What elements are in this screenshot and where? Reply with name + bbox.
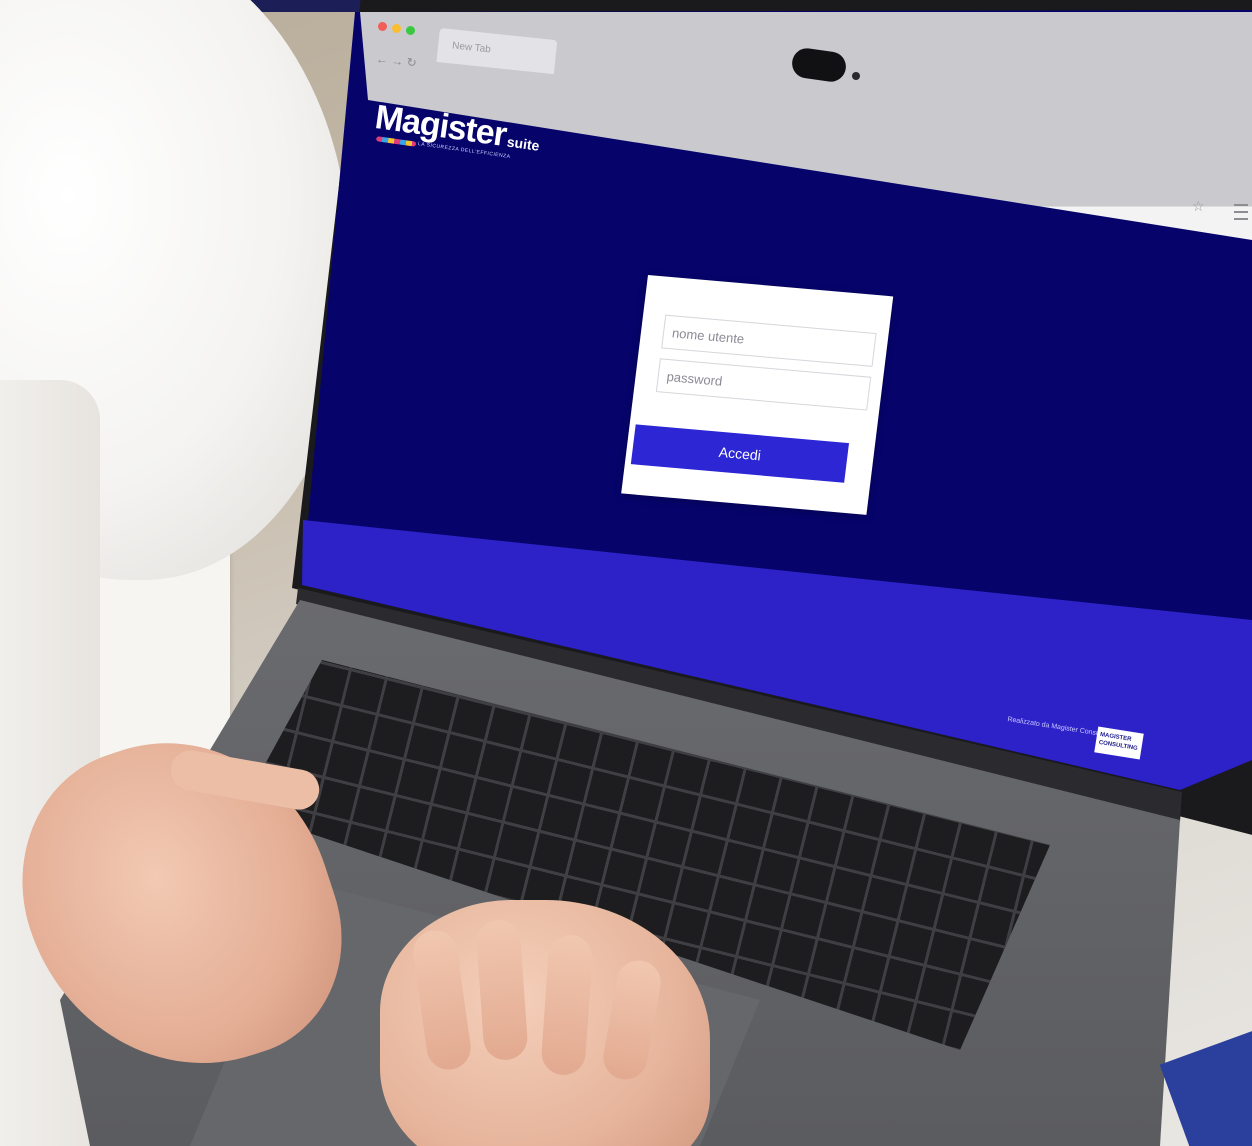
window-minimize-icon[interactable] xyxy=(392,24,401,33)
login-form: Accedi xyxy=(621,275,894,515)
username-input[interactable] xyxy=(661,314,877,367)
photo-scene: New Tab ← → ↻ ☆ Magistersuite LA SICUREZ… xyxy=(0,0,1252,1146)
star-icon[interactable]: ☆ xyxy=(1192,198,1205,215)
blue-desk-object xyxy=(1159,1023,1252,1146)
window-close-icon[interactable] xyxy=(378,22,387,31)
webcam-light xyxy=(852,72,860,80)
forward-arrow-icon[interactable]: → xyxy=(391,54,404,69)
logo-suffix-text: suite xyxy=(505,133,541,154)
menu-icon[interactable] xyxy=(1234,204,1248,220)
password-input[interactable] xyxy=(655,358,872,411)
back-arrow-icon[interactable]: ← xyxy=(375,52,388,67)
window-maximize-icon[interactable] xyxy=(406,26,415,35)
browser-tab-label: New Tab xyxy=(451,40,492,56)
login-button[interactable]: Accedi xyxy=(630,424,850,483)
reload-icon[interactable]: ↻ xyxy=(406,55,417,70)
